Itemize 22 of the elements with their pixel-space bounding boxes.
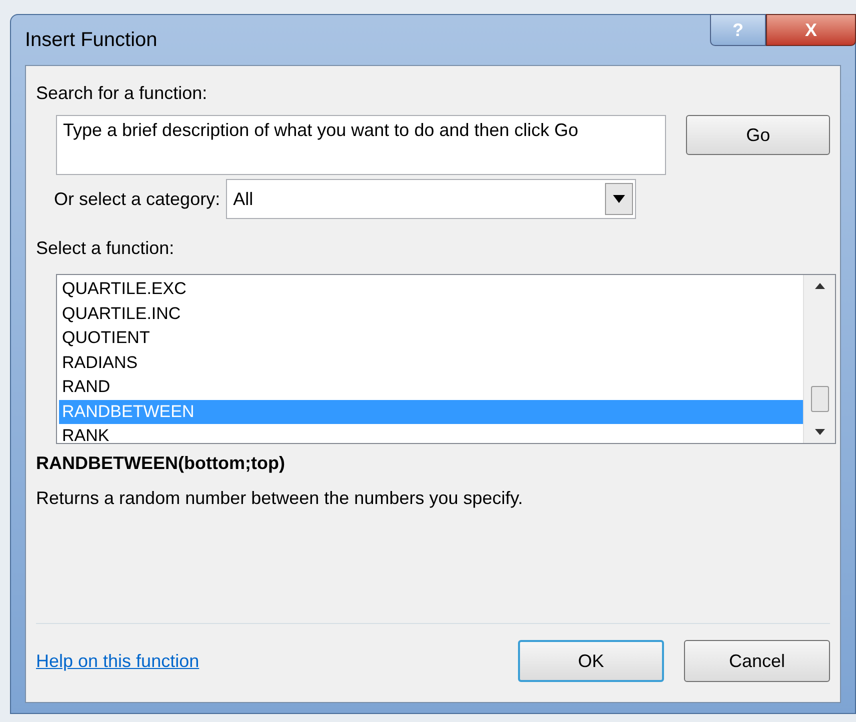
- scroll-down-arrow-icon[interactable]: [814, 429, 824, 435]
- scrollbar[interactable]: [803, 275, 835, 443]
- window-title: Insert Function: [25, 28, 158, 53]
- go-button[interactable]: Go: [686, 115, 830, 155]
- function-signature: RANDBETWEEN(bottom;top): [36, 452, 286, 475]
- dialog-button[interactable]: OK: [518, 640, 664, 682]
- function-item[interactable]: RADIANS: [59, 350, 803, 375]
- dialog-button[interactable]: Cancel: [684, 640, 830, 682]
- help-link[interactable]: Help on this function: [36, 648, 200, 674]
- function-item[interactable]: QUOTIENT: [59, 326, 803, 350]
- function-description: Returns a random number between the numbers you specify.: [36, 487, 524, 510]
- category-label: Or select a category:: [54, 188, 220, 211]
- scroll-up-arrow-icon[interactable]: [814, 283, 824, 289]
- function-item[interactable]: QUARTILE.EXC: [59, 277, 803, 302]
- function-item[interactable]: RAND: [59, 375, 803, 400]
- search-field[interactable]: Type a brief description of what you want to do and then click Go: [56, 115, 666, 175]
- function-item[interactable]: RANK: [59, 424, 803, 448]
- search-label: Search for a function:: [36, 82, 208, 105]
- scroll-thumb[interactable]: [810, 386, 828, 412]
- category-dropdown[interactable]: All: [226, 179, 636, 219]
- function-list-label: Select a function:: [36, 237, 176, 260]
- function-item[interactable]: QUARTILE.INC: [59, 302, 803, 326]
